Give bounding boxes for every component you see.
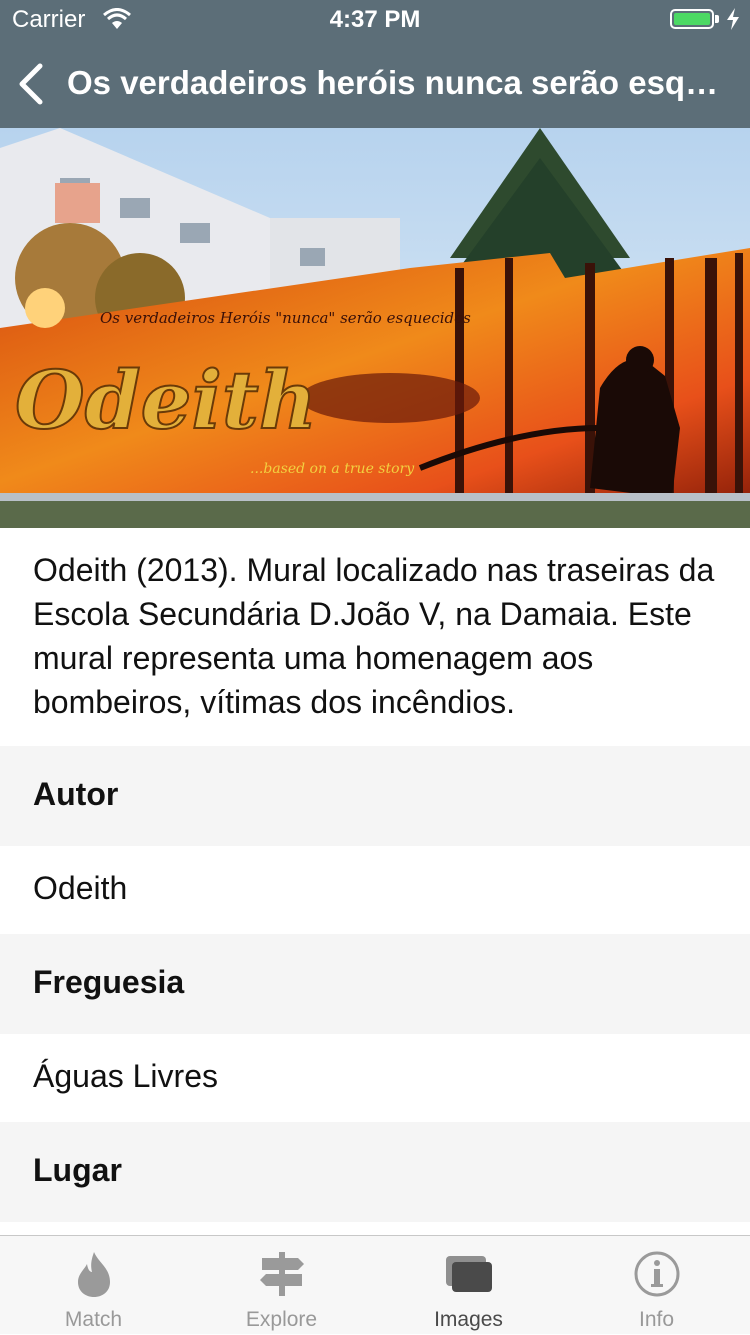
tab-label: Match: [64, 1308, 123, 1331]
mural-description: Odeith (2013). Mural localizado nas tras…: [33, 552, 715, 720]
tab-explore[interactable]: Explore: [188, 1236, 375, 1335]
charging-icon: [727, 8, 739, 30]
clock: 4:37 PM: [329, 6, 421, 33]
flame-icon: [77, 1252, 110, 1297]
section-header-freguesia: Freguesia: [0, 934, 750, 1034]
tab-label: Images: [434, 1308, 503, 1331]
section-value-text: Águas Livres: [33, 1058, 218, 1094]
section-label: Autor: [33, 776, 119, 812]
section-value-text: Odeith: [33, 870, 128, 906]
svg-text:Os verdadeiros Heróis "nunca": Os verdadeiros Heróis "nunca" serão esqu…: [100, 309, 471, 327]
section-label: Lugar: [33, 1152, 122, 1188]
tab-label: Explore: [245, 1308, 318, 1331]
tab-info[interactable]: Info: [563, 1236, 750, 1335]
section-value-freguesia: Águas Livres: [0, 1034, 750, 1122]
status-bar: Carrier 4:37 PM: [0, 0, 750, 40]
section-header-lugar: Lugar: [0, 1122, 750, 1222]
section-label: Freguesia: [33, 964, 185, 1000]
svg-text:Odeith: Odeith: [15, 353, 317, 447]
section-value-autor: Odeith: [0, 846, 750, 934]
section-header-autor: Autor: [0, 746, 750, 846]
page-title: Os verdadeiros heróis nunca serão esquec…: [67, 64, 736, 101]
tab-match[interactable]: Match: [0, 1236, 187, 1335]
signpost-icon: [259, 1252, 304, 1296]
navigation-bar: Os verdadeiros heróis nunca serão esquec…: [0, 40, 750, 128]
back-chevron-icon[interactable]: [14, 62, 50, 106]
battery-icon: [670, 9, 714, 29]
info-icon: [634, 1251, 679, 1297]
tab-label: Info: [638, 1308, 675, 1331]
tab-bar: Match Explore Images Info: [0, 1235, 750, 1334]
images-icon: [445, 1256, 492, 1292]
mural-photo: Odeith Os verdadeiros Heróis "nunca" ser…: [0, 128, 750, 528]
svg-text:...based on a true story: ...based on a true story: [250, 461, 415, 477]
tab-images[interactable]: Images: [375, 1236, 562, 1335]
